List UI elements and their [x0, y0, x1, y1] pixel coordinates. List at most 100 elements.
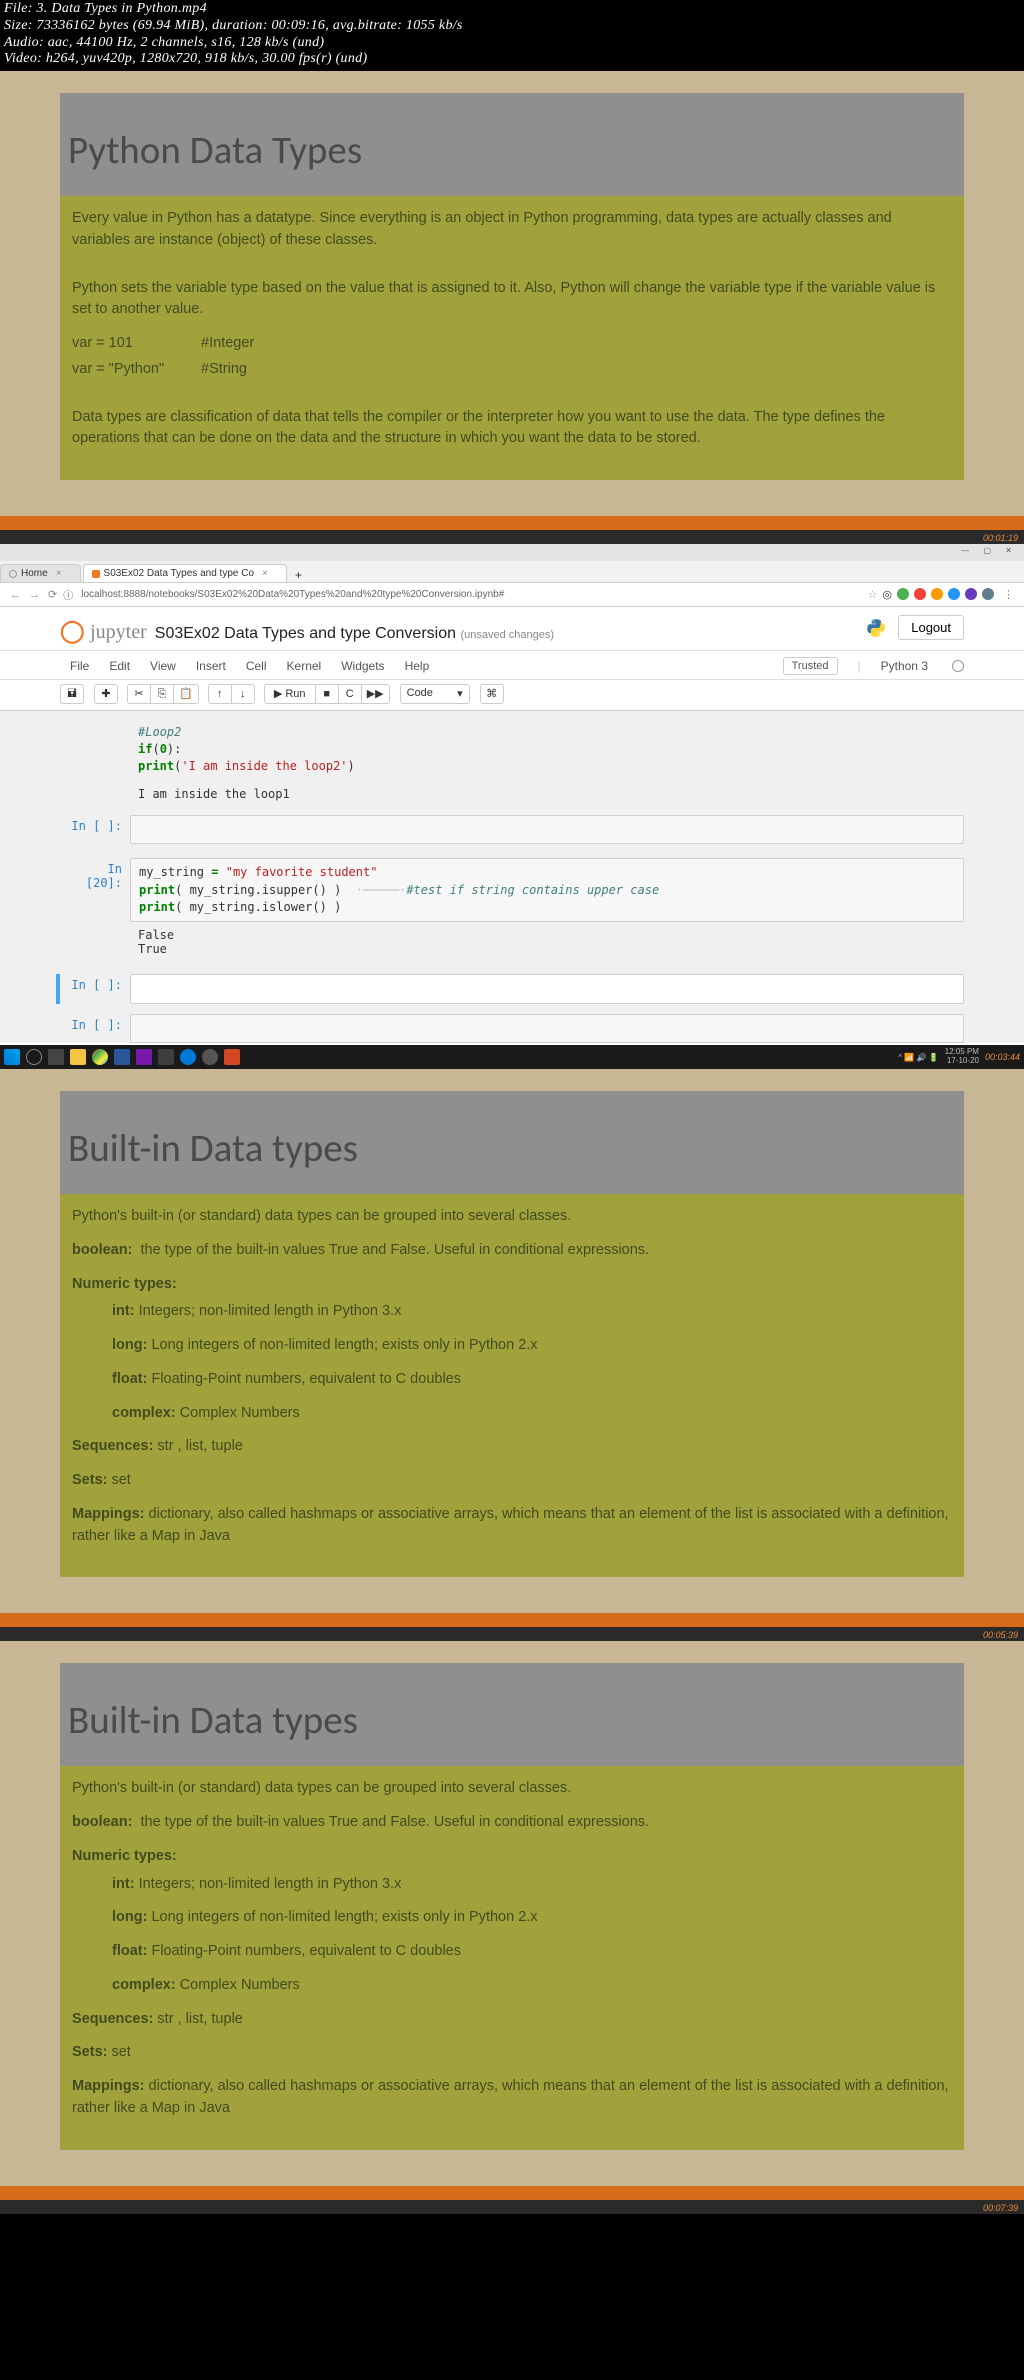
menu-icon[interactable]: ⋮	[1003, 588, 1014, 601]
jupyter-logo[interactable]: ◯ jupyter	[60, 618, 147, 644]
extension-icon[interactable]	[897, 588, 909, 600]
thumbnail-statusbar: 00:07:39	[0, 2200, 1024, 2214]
slide-header: Built-in Data types	[60, 1091, 964, 1194]
tray-icons[interactable]: ^ 📶 🔊 🔋	[898, 1053, 938, 1062]
info-icon[interactable]: ⓘ	[63, 587, 73, 602]
notebook-title[interactable]: S03Ex02 Data Types and type Conversion (…	[155, 625, 554, 643]
extension-icon[interactable]	[982, 588, 994, 600]
bullet: Sets: set	[72, 2042, 952, 2064]
menu-insert[interactable]: Insert	[186, 655, 236, 677]
slide-title: Python Data Types	[68, 127, 956, 174]
bullet: boolean: the type of the built-in values…	[72, 1240, 952, 1262]
menu-kernel[interactable]: Kernel	[277, 655, 332, 677]
window-controls[interactable]: — ▢ ✕	[961, 546, 1018, 555]
bullet: Mappings: dictionary, also called hashma…	[72, 1504, 952, 1548]
menu-help[interactable]: Help	[395, 655, 440, 677]
app-icon[interactable]	[202, 1049, 218, 1065]
sub-bullet: float: Floating-Point numbers, equivalen…	[72, 1941, 952, 1963]
cortana-icon[interactable]	[26, 1049, 42, 1065]
close-icon[interactable]: ×	[56, 568, 62, 579]
cut-button[interactable]: ✂	[127, 684, 151, 704]
logout-button[interactable]: Logout	[898, 615, 964, 640]
cell-prompt: In [ ]:	[60, 815, 130, 844]
separator	[0, 1613, 1024, 1627]
new-tab-button[interactable]: +	[289, 568, 308, 582]
code-cell-selected[interactable]	[130, 974, 964, 1003]
teams-icon[interactable]	[180, 1049, 196, 1065]
paste-button[interactable]: 📋	[173, 684, 199, 704]
tab-favicon	[92, 570, 100, 578]
taskview-icon[interactable]	[48, 1049, 64, 1065]
slide-title: Built-in Data types	[68, 1697, 956, 1744]
sub-bullet: long: Long integers of non-limited lengt…	[72, 1335, 952, 1357]
trusted-badge[interactable]: Trusted	[783, 657, 838, 675]
url-input[interactable]: localhost:8888/notebooks/S03Ex02%20Data%…	[75, 587, 867, 602]
extension-icon[interactable]	[931, 588, 943, 600]
start-icon[interactable]	[4, 1049, 20, 1065]
menu-view[interactable]: View	[140, 655, 186, 677]
nav-back-icon[interactable]: ←	[10, 589, 21, 601]
extension-icon[interactable]	[965, 588, 977, 600]
file-size-line: Size: 73336162 bytes (69.94 MiB), durati…	[4, 18, 1020, 35]
cell-output: False True	[130, 924, 964, 960]
extension-icon[interactable]	[914, 588, 926, 600]
code-cell[interactable]	[130, 815, 964, 844]
command-palette-button[interactable]: ⌘	[480, 684, 504, 704]
save-status: (unsaved changes)	[460, 629, 554, 641]
browser-tab-home[interactable]: Home ×	[0, 564, 81, 582]
chrome-icon[interactable]	[92, 1049, 108, 1065]
code-cell[interactable]: my_string = "my favorite student" print(…	[130, 858, 964, 922]
menu-edit[interactable]: Edit	[99, 655, 140, 677]
save-button[interactable]: 🖬	[60, 684, 84, 704]
bullet: boolean: the type of the built-in values…	[72, 1812, 952, 1834]
extension-icon[interactable]	[948, 588, 960, 600]
bullet: Numeric types:	[72, 1274, 952, 1296]
extension-icons: ☆ ◎ ⋮	[868, 588, 1018, 601]
bullet: Mappings: dictionary, also called hashma…	[72, 2076, 952, 2120]
target-icon[interactable]: ◎	[882, 588, 892, 601]
sub-bullet: int: Integers; non-limited length in Pyt…	[72, 1874, 952, 1896]
cell-type-select[interactable]: Code▾	[400, 684, 470, 704]
clock[interactable]: 12:05 PM 17-10-20	[945, 1048, 979, 1066]
code-cell[interactable]	[130, 1014, 964, 1043]
bullet: Sequences: str , list, tuple	[72, 2009, 952, 2031]
address-bar: ← → ⟳ ⓘ localhost:8888/notebooks/S03Ex02…	[0, 583, 1024, 607]
add-cell-button[interactable]: ✚	[94, 684, 118, 704]
word-icon[interactable]	[114, 1049, 130, 1065]
slide-builtin-types-1: Built-in Data types Python's built-in (o…	[0, 1069, 1024, 1613]
timestamp: 00:05:39	[983, 1630, 1018, 1640]
slide-body: Every value in Python has a datatype. Si…	[60, 196, 964, 480]
star-icon[interactable]: ☆	[868, 588, 878, 601]
restart-button[interactable]: C	[338, 684, 362, 704]
move-down-button[interactable]: ↓	[231, 684, 255, 704]
nav-reload-icon[interactable]: ⟳	[48, 588, 57, 601]
copy-button[interactable]: ⎘	[150, 684, 174, 704]
cell-prompt: In [ ]:	[60, 974, 130, 1003]
thumbnail-statusbar: 00:01:19	[0, 530, 1024, 544]
browser-tab-notebook[interactable]: S03Ex02 Data Types and type Co ×	[83, 564, 287, 582]
code-example-line: var = 101 #Integer	[72, 333, 952, 355]
explorer-icon[interactable]	[70, 1049, 86, 1065]
cell-prompt: In [20]:	[60, 858, 130, 922]
cmd-icon[interactable]	[158, 1049, 174, 1065]
slide-builtin-types-2: Built-in Data types Python's built-in (o…	[0, 1641, 1024, 2185]
separator	[0, 516, 1024, 530]
nav-forward-icon[interactable]: →	[29, 589, 40, 601]
onenote-icon[interactable]	[136, 1049, 152, 1065]
close-icon[interactable]: ×	[262, 568, 268, 579]
powerpoint-icon[interactable]	[224, 1049, 240, 1065]
timestamp: 00:03:44	[985, 1052, 1020, 1062]
slide-paragraph: Python's built-in (or standard) data typ…	[72, 1206, 952, 1228]
browser-tabs: Home × S03Ex02 Data Types and type Co × …	[0, 561, 1024, 583]
menu-file[interactable]: File	[60, 655, 99, 677]
move-up-button[interactable]: ↑	[208, 684, 232, 704]
code-cell[interactable]: #Loop2 if(0): print('I am inside the loo…	[130, 719, 964, 781]
menu-cell[interactable]: Cell	[236, 655, 277, 677]
menu-widgets[interactable]: Widgets	[331, 655, 394, 677]
kernel-name[interactable]: Python 3	[881, 659, 928, 673]
run-button[interactable]: ▶ Run	[264, 684, 316, 704]
kernel-indicator-icon	[952, 660, 964, 672]
rerun-button[interactable]: ▶▶	[361, 684, 390, 704]
slide-paragraph: Data types are classification of data th…	[72, 407, 952, 451]
stop-button[interactable]: ■	[315, 684, 339, 704]
